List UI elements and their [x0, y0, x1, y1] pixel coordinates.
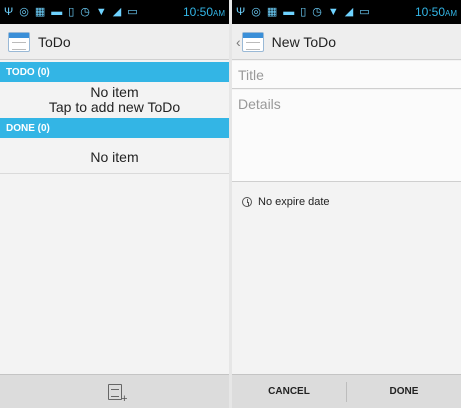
status-bar: Ψ ◎ ▦ ▬ ▯ ◷ ▼ ◢ ▭ 10:50AM — [0, 0, 229, 24]
todo-app-icon[interactable] — [241, 31, 264, 52]
status-bar: Ψ ◎ ▦ ▬ ▯ ◷ ▼ ◢ ▭ 10:50AM — [232, 0, 461, 24]
battery-icon: ▭ — [359, 5, 370, 18]
section-header-done: DONE (0) — [0, 118, 229, 138]
divider — [0, 173, 229, 174]
add-todo-icon[interactable]: + — [107, 383, 128, 404]
back-caret-icon[interactable]: ‹ — [236, 34, 241, 50]
clock-icon: ◷ — [80, 5, 90, 18]
add-hint-label: Tap to add new ToDo — [48, 99, 181, 115]
vibrate-icon: ▯ — [300, 5, 307, 18]
action-bar: ToDo — [0, 24, 229, 60]
usb-icon: Ψ — [236, 5, 246, 18]
action-bar[interactable]: ‹ New ToDo — [232, 24, 461, 60]
vibrate-icon: ▯ — [68, 5, 75, 18]
empty-label: No item — [90, 84, 139, 100]
new-todo-screen: Ψ ◎ ▦ ▬ ▯ ◷ ▼ ◢ ▭ 10:50AM ‹ New ToDo Tit… — [232, 0, 461, 408]
empty-label: No item — [90, 149, 139, 165]
message-icon: ▬ — [283, 5, 295, 18]
clock-icon: ◷ — [312, 5, 322, 18]
todo-list-screen: Ψ ◎ ▦ ▬ ▯ ◷ ▼ ◢ ▭ 10:50AM ToDo TODO (0) … — [0, 0, 229, 408]
section-header-todo: TODO (0) — [0, 62, 229, 82]
message-icon: ▬ — [51, 5, 63, 18]
signal-icon: ◢ — [112, 5, 122, 18]
done-button[interactable]: DONE — [347, 375, 461, 408]
usb-icon: Ψ — [4, 5, 14, 18]
expire-date-picker[interactable]: No expire date — [242, 196, 330, 208]
expire-label: No expire date — [258, 196, 330, 208]
done-empty-state: No item — [0, 150, 229, 165]
details-input[interactable]: Details — [232, 90, 461, 182]
wifi-icon: ▼ — [95, 5, 107, 18]
screen-title: ToDo — [38, 33, 71, 50]
screen-title: New ToDo — [271, 33, 336, 50]
battery-icon: ▭ — [127, 5, 138, 18]
calendar-icon: ▦ — [34, 5, 46, 18]
cancel-button[interactable]: CANCEL — [232, 375, 346, 408]
wifi-icon: ▼ — [327, 5, 339, 18]
title-input[interactable]: Title — [232, 61, 461, 89]
bottom-bar: CANCEL DONE — [232, 374, 461, 408]
todo-app-icon — [8, 31, 30, 52]
bottom-bar: + — [0, 374, 229, 408]
alarm-icon: ◎ — [19, 5, 29, 18]
calendar-icon: ▦ — [266, 5, 278, 18]
todo-empty-state[interactable]: No item Tap to add new ToDo — [0, 85, 229, 115]
clock-icon — [242, 197, 252, 207]
status-time: 10:50AM — [414, 5, 457, 19]
status-time: 10:50AM — [182, 5, 225, 19]
alarm-icon: ◎ — [251, 5, 261, 18]
signal-icon: ◢ — [344, 5, 354, 18]
